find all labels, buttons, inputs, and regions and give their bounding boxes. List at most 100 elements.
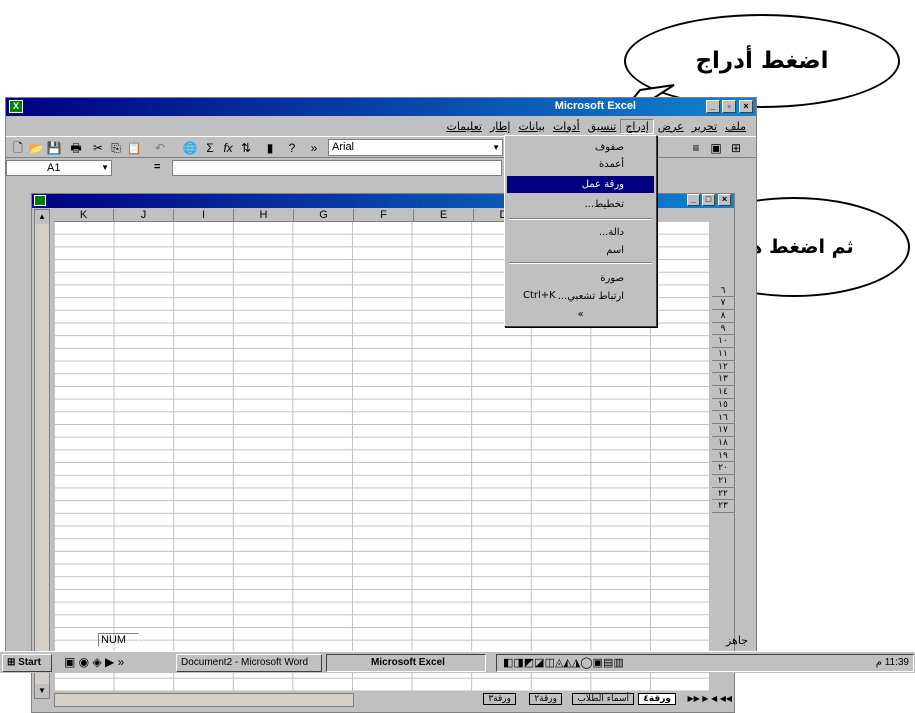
workbook-restore-button[interactable]: □	[702, 194, 715, 206]
menu-item-name[interactable]: اسم	[507, 242, 654, 259]
column-header[interactable]: I	[174, 209, 234, 222]
menu-insert[interactable]: إدراج	[620, 118, 654, 134]
insert-menu: صفوف أعمدة ورقة عمل تخطيط... دالة... اسم…	[504, 135, 657, 327]
taskbar-excel[interactable]: Microsoft Excel	[326, 654, 486, 672]
restore-button[interactable]: ▫	[722, 100, 736, 113]
menu-tools[interactable]: أدوات	[549, 120, 584, 133]
row-header[interactable]: ١١	[712, 348, 734, 361]
menu-item-columns[interactable]: أعمدة	[507, 156, 654, 173]
start-label: Start	[18, 657, 41, 668]
undo-icon[interactable]: ↶	[152, 140, 168, 156]
scroll-up-icon[interactable]: ▲	[35, 210, 49, 224]
workbook-close-button[interactable]: ×	[718, 194, 731, 206]
row-header[interactable]: ٢١	[712, 475, 734, 488]
formula-input[interactable]	[172, 160, 502, 176]
row-header[interactable]: ١٣	[712, 373, 734, 387]
menu-item-rows[interactable]: صفوف	[507, 139, 654, 156]
copy-icon[interactable]: ⎘	[108, 140, 124, 156]
hyperlink-icon[interactable]: 🌐	[182, 140, 198, 156]
menu-expand-icon[interactable]: »	[507, 306, 654, 323]
title-bar: X Microsoft Excel _ ▫ ×	[6, 98, 756, 116]
sheet-tabs-bar: ◀◀ ◀ ▶ ▶▶ ورقة٤ أسماء الطلاب ورقة٢ ورقة٣	[54, 692, 734, 708]
start-button[interactable]: ⊞ Start	[2, 654, 52, 672]
taskbar-excel-label: Microsoft Excel	[371, 657, 445, 668]
menu-help[interactable]: تعليمات	[443, 120, 486, 133]
minimize-button[interactable]: _	[706, 100, 720, 113]
row-header[interactable]: ١٥	[712, 398, 734, 412]
window-title: Microsoft Excel	[554, 100, 636, 112]
column-header[interactable]: H	[234, 209, 294, 222]
row-header[interactable]: ١٨	[712, 436, 734, 450]
open-icon[interactable]: 📂	[28, 140, 44, 156]
quick-launch-icons[interactable]: ▣ ◉ ◈ ▶ »	[64, 655, 124, 669]
taskbar: ⊞ Start ▣ ◉ ◈ ▶ » Document2 - Microsoft …	[0, 651, 915, 673]
new-icon[interactable]: 🗋	[10, 140, 26, 156]
merge-icon[interactable]: ▣	[708, 140, 724, 156]
column-header[interactable]: E	[414, 209, 474, 222]
row-header[interactable]: ١٦	[712, 411, 734, 425]
row-header[interactable]: ٩	[712, 322, 734, 336]
sort-icon[interactable]: ⇅	[238, 140, 254, 156]
status-ready: جاهز	[725, 634, 748, 647]
font-select[interactable]: Arial ▼	[328, 139, 503, 156]
row-header[interactable]: ١٧	[712, 424, 734, 437]
row-header[interactable]: ٦	[712, 284, 734, 298]
excel-logo-icon: X	[9, 100, 23, 113]
paste-icon[interactable]: 📋	[126, 140, 142, 156]
row-header[interactable]: ٢٢	[712, 487, 734, 501]
menu-separator	[509, 262, 652, 264]
column-header[interactable]: K	[54, 209, 114, 222]
cell-reference: A1	[47, 162, 61, 174]
column-header[interactable]: F	[354, 209, 414, 222]
horizontal-scrollbar[interactable]	[54, 693, 354, 707]
clock: 11:39 م	[875, 657, 909, 668]
workbook-minimize-button[interactable]: _	[687, 194, 700, 206]
menu-format[interactable]: تنسيق	[584, 120, 621, 133]
chart-wizard-icon[interactable]: ▮	[262, 140, 278, 156]
vertical-scrollbar[interactable]: ▲ ▼	[34, 209, 50, 699]
scroll-down-icon[interactable]: ▼	[35, 684, 49, 698]
menu-item-function[interactable]: دالة...	[507, 224, 654, 241]
row-header[interactable]: ٢٣	[712, 500, 734, 514]
equals-sign[interactable]: =	[154, 161, 160, 173]
chevron-down-icon: ▼	[492, 143, 500, 152]
tab-nav-icon[interactable]: ◀◀ ◀ ▶ ▶▶	[687, 694, 732, 703]
menu-window[interactable]: إطار	[486, 120, 514, 133]
menu-item-chart[interactable]: تخطيط...	[507, 196, 654, 213]
sheet-tab[interactable]: ورقة٣	[483, 693, 516, 705]
menu-view[interactable]: عرض	[654, 120, 688, 133]
function-icon[interactable]: fx	[220, 140, 236, 156]
font-name: Arial	[332, 141, 355, 153]
sheet-tab[interactable]: ورقة٢	[529, 693, 562, 705]
menu-file[interactable]: ملف	[721, 120, 750, 133]
name-box[interactable]: A1 ▼	[6, 160, 112, 176]
help-icon[interactable]: ?	[284, 140, 300, 156]
row-header[interactable]: ١٠	[712, 335, 734, 348]
close-button[interactable]: ×	[739, 100, 753, 113]
windows-logo-icon: ⊞	[7, 657, 16, 668]
menu-item-picture[interactable]: صورة	[507, 270, 654, 287]
row-header[interactable]: ١٩	[712, 449, 734, 463]
sheet-tab[interactable]: أسماء الطلاب	[572, 693, 634, 705]
sheet-tab[interactable]: ورقة٤	[638, 693, 676, 705]
borders-icon[interactable]: ⊞	[728, 140, 744, 156]
row-header[interactable]: ٧	[712, 297, 734, 310]
column-header[interactable]: G	[294, 209, 354, 222]
more-buttons-icon[interactable]: »	[306, 140, 322, 156]
menu-edit[interactable]: تحرير	[688, 120, 721, 133]
row-header[interactable]: ١٢	[712, 360, 734, 374]
column-header[interactable]: J	[114, 209, 174, 222]
save-icon[interactable]: 💾	[46, 140, 62, 156]
taskbar-word[interactable]: Document2 - Microsoft Word	[176, 654, 322, 672]
row-header[interactable]: ٨	[712, 309, 734, 323]
menu-item-worksheet[interactable]: ورقة عمل	[507, 176, 654, 193]
row-header[interactable]: ١٤	[712, 386, 734, 399]
print-icon[interactable]: 🖶	[68, 140, 84, 156]
autosum-icon[interactable]: Σ	[202, 140, 218, 156]
cut-icon[interactable]: ✂	[90, 140, 106, 156]
align-icon[interactable]: ≡	[688, 140, 704, 156]
tray-icons[interactable]: ◧◨◩◪◫◬◭◮◯▣▤▥	[503, 655, 624, 671]
workbook-icon	[34, 195, 46, 206]
menu-data[interactable]: بيانات	[514, 120, 549, 133]
row-header[interactable]: ٢٠	[712, 462, 734, 475]
